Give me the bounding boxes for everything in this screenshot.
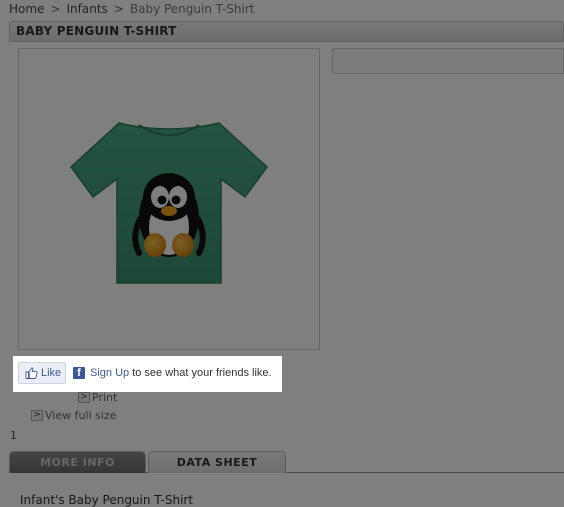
facebook-like-widget: Like f Sign Up to see what your friends … [13, 356, 282, 392]
facebook-like-button[interactable]: Like [18, 362, 66, 384]
facebook-like-label: Like [41, 367, 62, 379]
facebook-signup-text: Sign Up to see what your friends like. [90, 367, 272, 379]
facebook-signup-link[interactable]: Sign Up [90, 367, 129, 379]
facebook-signup-suffix: to see what your friends like. [129, 367, 272, 379]
thumbs-up-icon [25, 367, 38, 379]
facebook-logo-icon: f [73, 367, 85, 379]
dim-overlay [0, 0, 564, 507]
